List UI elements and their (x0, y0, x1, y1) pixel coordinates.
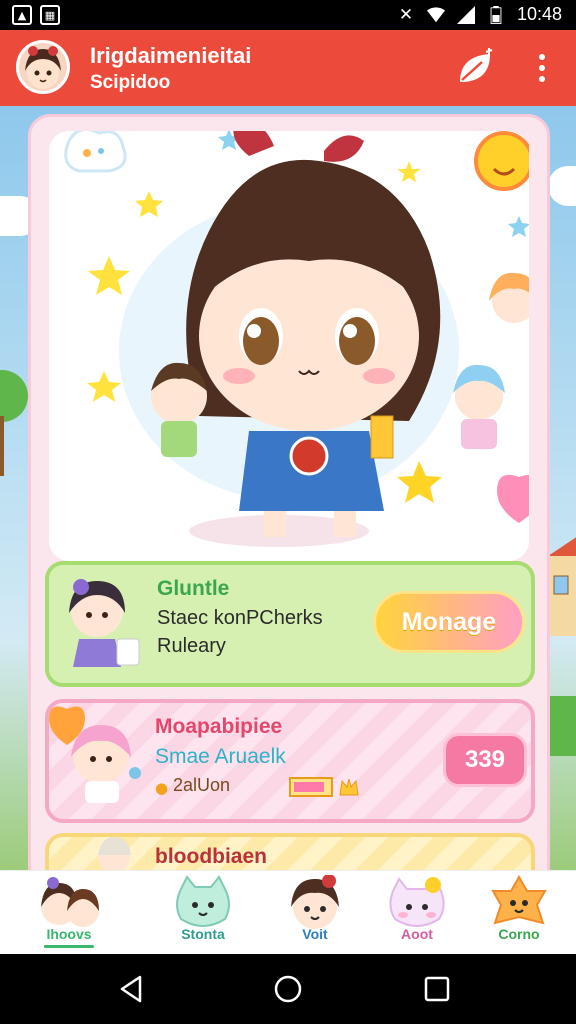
character-thumbnail-icon (98, 837, 131, 870)
character-thumbnail-icon (49, 706, 141, 803)
count-button[interactable]: 339 (443, 733, 527, 787)
home-scene: Gluntle Staec konPCherks Ruleary Monage … (0, 106, 576, 870)
home-icon[interactable] (273, 974, 303, 1004)
wifi-icon (426, 6, 445, 22)
nav-label: Aoot (401, 926, 433, 942)
system-nav-bar (0, 954, 576, 1024)
leaf-icon[interactable] (456, 48, 496, 88)
item-subtext: Ruleary (157, 635, 226, 657)
app-subtitle: Scipidoo (90, 72, 171, 93)
item-subtext: 2alUon (173, 775, 231, 795)
coin-icon: ● (155, 779, 169, 797)
status-bar: ▲ ▦ ✕ 10:48 (0, 0, 576, 30)
manage-button[interactable]: Monage (373, 591, 525, 653)
item-title: bloodbiaen (155, 845, 267, 868)
more-vert-icon[interactable] (530, 50, 554, 86)
nav-label: Ihoovs (46, 926, 92, 942)
cat-icon (176, 875, 230, 927)
clock: 10:48 (516, 4, 562, 24)
nav-item-corno[interactable]: Corno (464, 871, 574, 955)
character-illustration (64, 117, 541, 547)
house-decoration (548, 537, 576, 756)
nav-item-stonta[interactable]: Stonta (148, 871, 258, 955)
back-icon[interactable] (116, 974, 146, 1004)
hero-illustration (49, 117, 541, 561)
avatar-face-icon (25, 46, 61, 89)
nav-item-home[interactable]: Ihoovs (14, 871, 124, 955)
girl-face-icon (291, 875, 339, 929)
recents-icon[interactable] (422, 974, 452, 1004)
list-item[interactable]: Gluntle Staec konPCherks Ruleary Monage (45, 561, 535, 687)
nav-label: Corno (498, 926, 540, 942)
mute-icon: ✕ (398, 4, 414, 25)
profile-avatar[interactable] (16, 40, 70, 94)
item-description: Smae Aruaelk (155, 745, 286, 768)
nav-label: Stonta (181, 926, 225, 942)
progress-bar-icon (289, 777, 333, 797)
bunny-icon (389, 877, 445, 927)
item-description: Staec konPCherks (157, 607, 323, 629)
star-buddy-icon (491, 875, 547, 925)
app-title: Irigdaimenieitai (90, 43, 252, 68)
nav-label: Voit (302, 926, 328, 942)
app-bar: Irigdaimenieitai Scipidoo (0, 30, 576, 106)
tree-decoration (0, 370, 28, 476)
cloud-decoration (548, 166, 576, 206)
friends-icon (41, 877, 99, 927)
list-item[interactable]: bloodbiaen (45, 833, 535, 870)
crown-icon (339, 778, 359, 796)
active-tab-indicator (44, 945, 94, 948)
item-title: Moapabipiee (155, 715, 283, 738)
bottom-nav: Ihoovs Stonta Voit Aoot Corno (0, 870, 576, 954)
signal-icon (456, 5, 475, 24)
nav-item-voit[interactable]: Voit (260, 871, 370, 955)
app-notification-icon: ▲ (12, 5, 32, 25)
battery-icon (490, 5, 502, 24)
item-title: Gluntle (157, 577, 230, 600)
nav-item-aoot[interactable]: Aoot (362, 871, 472, 955)
character-thumbnail-icon (69, 579, 140, 667)
gallery-notification-icon: ▦ (40, 5, 60, 25)
main-card: Gluntle Staec konPCherks Ruleary Monage … (28, 114, 550, 870)
list-item[interactable]: Moapabipiee Smae Aruaelk ● 2alUon 339 (45, 699, 535, 823)
